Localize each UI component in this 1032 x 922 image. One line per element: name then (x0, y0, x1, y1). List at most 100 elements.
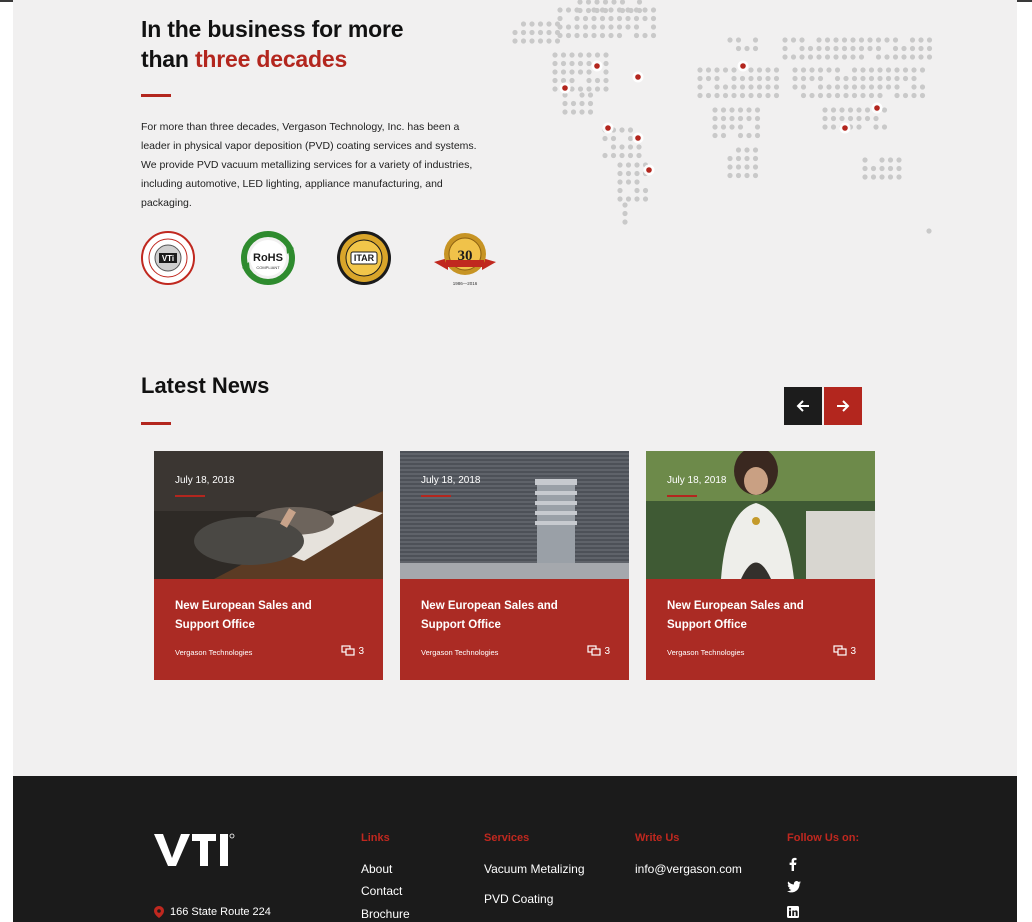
map-dot (608, 15, 614, 22)
about-divider (141, 94, 171, 97)
footer-write-heading: Write Us (635, 832, 680, 844)
news-card-headline[interactable]: New European Sales and Support Office (421, 597, 601, 635)
comments-icon (587, 645, 602, 656)
map-dot (650, 15, 657, 22)
map-dot (839, 107, 845, 113)
facade-stripe (400, 463, 629, 465)
map-dot (807, 45, 814, 52)
map-dot (737, 115, 744, 122)
map-dot (714, 75, 720, 82)
facade-stripe (400, 467, 629, 469)
map-dot (868, 92, 875, 99)
carousel-next-button[interactable] (824, 387, 862, 425)
location-pin-icon (154, 906, 164, 918)
map-dot (877, 75, 883, 82)
map-dot (737, 107, 744, 113)
map-dot (617, 179, 623, 185)
map-dot (737, 132, 744, 139)
map-dot (627, 127, 634, 133)
map-dot (729, 115, 735, 122)
footer-service-pvd-coating[interactable]: PVD Coating (484, 892, 553, 906)
map-dot (748, 92, 754, 99)
twitter-icon[interactable] (787, 881, 801, 896)
map-dot (594, 0, 600, 5)
footer-link-brochure[interactable]: Brochure (361, 907, 410, 921)
map-dot (816, 37, 822, 43)
map-dot (586, 77, 592, 84)
certification-badges: VTi RoHS COMPLIANT ITAR 30 1986—2016 (140, 230, 500, 290)
map-dot (720, 124, 727, 130)
map-dot (625, 170, 632, 177)
map-dot (799, 54, 805, 60)
arrow-left-icon (796, 400, 809, 412)
map-dot (822, 124, 828, 130)
map-dot (834, 67, 841, 73)
news-card[interactable]: July 18, 2018 New European Sales and Sup… (154, 451, 383, 680)
map-pin (594, 63, 600, 69)
itar-badge: ITAR (336, 230, 392, 286)
facade-stripe (400, 487, 629, 489)
map-dot (843, 84, 849, 90)
news-card[interactable]: July 18, 2018 New European Sales and Sup… (646, 451, 875, 680)
map-dot (552, 77, 558, 84)
map-dot (843, 75, 849, 82)
about-heading: In the business for more than three deca… (141, 14, 501, 74)
footer-logo[interactable] (154, 832, 236, 873)
map-dot (752, 147, 759, 153)
map-dot (918, 45, 924, 52)
map-dot (582, 24, 589, 30)
map-dot (879, 157, 885, 163)
news-card-headline[interactable]: New European Sales and Support Office (667, 597, 847, 635)
map-dot (565, 32, 572, 39)
map-dot (574, 32, 580, 39)
map-dot (634, 170, 640, 177)
map-dot (881, 124, 888, 130)
map-dot (591, 24, 597, 30)
map-dot (729, 124, 735, 130)
footer-service-vacuum-metalizing[interactable]: Vacuum Metalizing (484, 862, 585, 876)
map-dot (816, 54, 822, 60)
map-dot (720, 132, 727, 139)
about-heading-line2: than three decades (141, 44, 501, 74)
map-dot (756, 84, 763, 90)
facade-stripe (400, 471, 629, 473)
map-dot (800, 84, 807, 90)
news-card-comments[interactable]: 3 (341, 645, 364, 657)
map-dot (862, 174, 868, 180)
about-heading-line1: In the business for more (141, 16, 404, 42)
map-dot (782, 45, 788, 52)
map-dot (569, 69, 575, 75)
map-dot (817, 75, 824, 82)
map-dot (790, 37, 797, 43)
30-years-badge-subtext: 1986—2016 (453, 281, 478, 286)
footer-link-contact[interactable]: Contact (361, 884, 402, 898)
carousel-prev-button[interactable] (784, 387, 822, 425)
map-dot (619, 0, 626, 5)
map-dot (625, 162, 632, 168)
facebook-icon[interactable] (787, 857, 799, 874)
map-dot (868, 84, 875, 90)
map-dot (628, 7, 634, 14)
news-card-comments[interactable]: 3 (833, 645, 856, 657)
footer-email-link[interactable]: info@vergason.com (635, 862, 742, 876)
map-dot (714, 92, 720, 99)
map-dot (636, 152, 642, 159)
facade-stripe (400, 511, 629, 513)
map-dot (782, 37, 788, 43)
news-card-image: July 18, 2018 (154, 451, 383, 579)
footer-follow-heading: Follow Us on: (787, 832, 860, 844)
map-dot (720, 115, 727, 122)
map-dot (744, 45, 750, 52)
news-card-comments[interactable]: 3 (587, 645, 610, 657)
map-dot (858, 45, 865, 52)
map-dot (557, 15, 563, 22)
news-card-headline[interactable]: New European Sales and Support Office (175, 597, 355, 635)
linkedin-icon[interactable] (787, 906, 799, 921)
map-dot (610, 152, 617, 159)
map-dot (714, 67, 720, 73)
map-dot (918, 54, 924, 60)
map-dot (754, 124, 761, 130)
map-dot (591, 32, 597, 39)
footer-link-about[interactable]: About (361, 862, 392, 876)
news-card[interactable]: July 18, 2018 New European Sales and Sup… (400, 451, 629, 680)
